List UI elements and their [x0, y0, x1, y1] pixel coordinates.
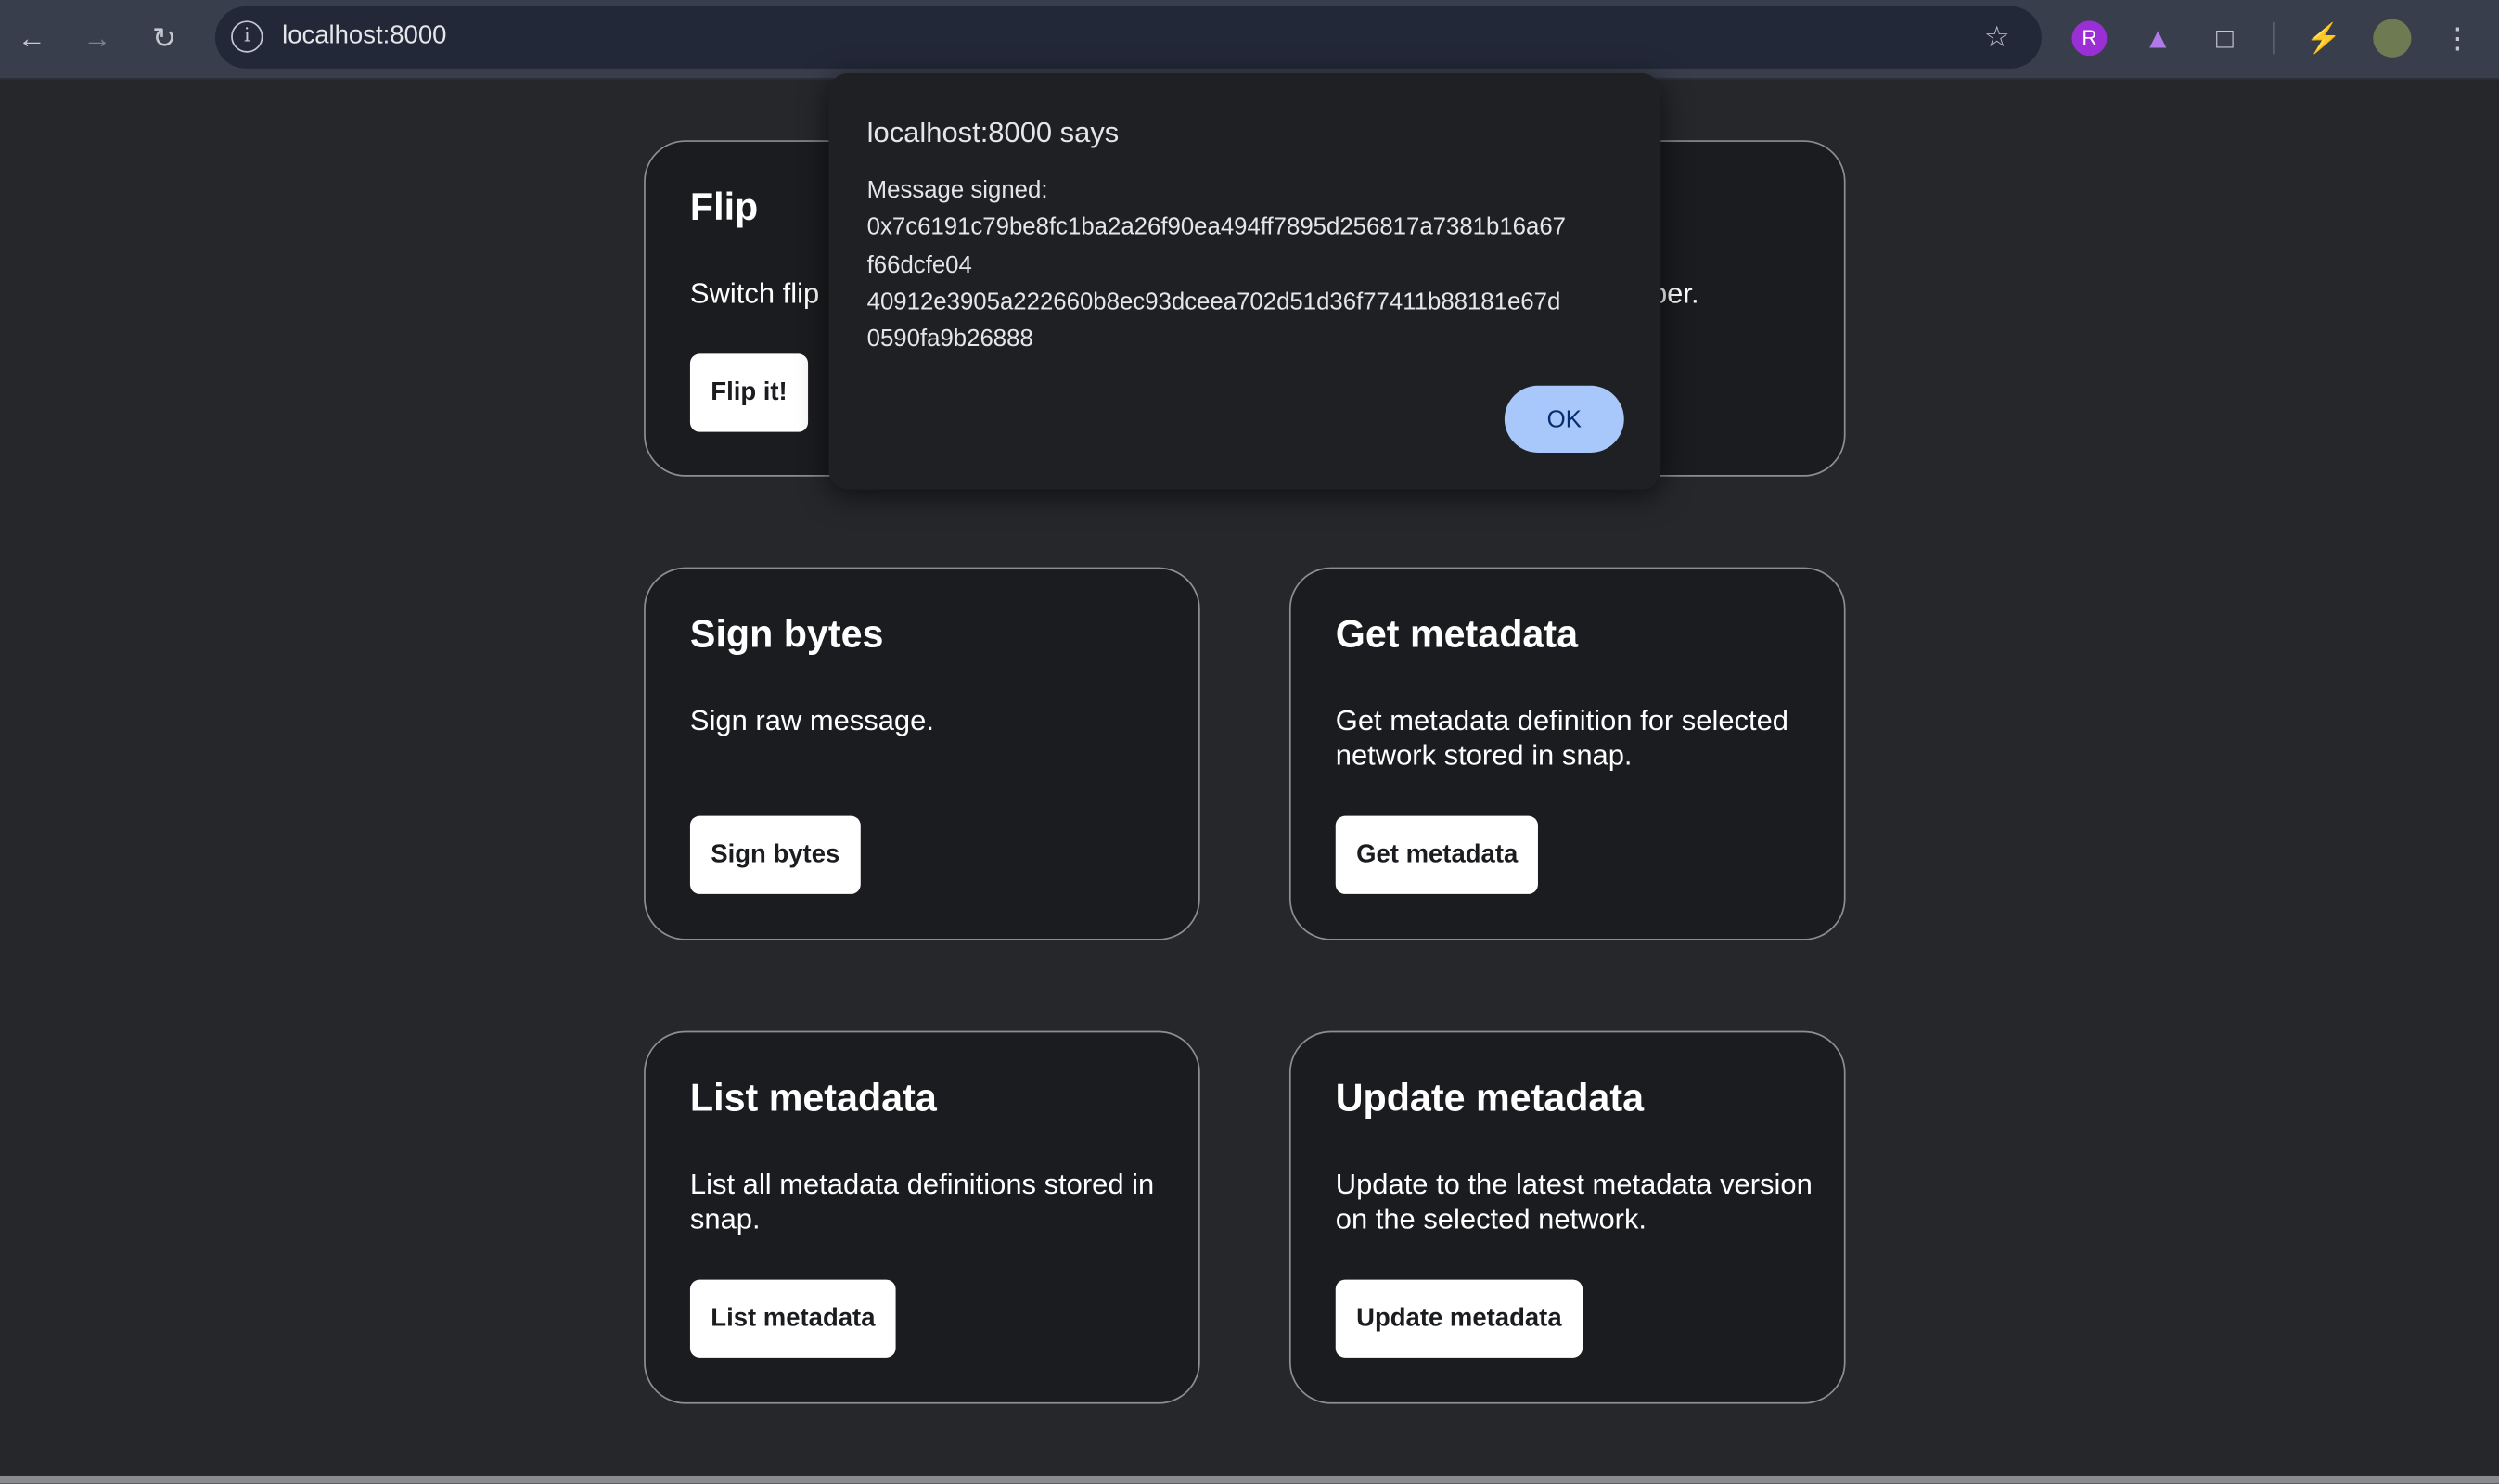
card-description: Update to the latest metadata version on…	[1335, 1168, 1813, 1235]
card-title: Get metadata	[1335, 613, 1579, 657]
extension-r-icon[interactable]: R	[2071, 20, 2108, 57]
site-info-icon[interactable]: i	[231, 20, 263, 53]
list-metadata-button[interactable]: List metadata	[689, 1279, 896, 1358]
card-update-metadata: Update metadata Update to the latest met…	[1288, 1030, 1846, 1404]
metamask-fox-icon[interactable]: ▲	[2139, 19, 2177, 58]
signature-line: 40912e3905a222660b8ec93dceea702d51d36f77…	[866, 288, 1561, 315]
card-description: Get metadata definition for selected net…	[1335, 704, 1789, 772]
dialog-title: localhost:8000 says	[866, 116, 1120, 148]
card-description: List all metadata definitions stored in …	[689, 1168, 1155, 1235]
url-text[interactable]: localhost:8000	[282, 22, 446, 51]
browser-window: ← → ↻ i localhost:8000 ☆ R ▲ □ ⚡ ⋮ Flip …	[0, 0, 2499, 1484]
ok-button[interactable]: OK	[1504, 385, 1624, 453]
profile-avatar[interactable]	[2373, 19, 2412, 58]
signature-line: 0x7c6191c79be8fc1ba2a26f90ea494ff7895d25…	[866, 213, 1567, 241]
forward-icon[interactable]: →	[78, 19, 116, 58]
alert-dialog: localhost:8000 says Message signed: 0x7c…	[828, 73, 1661, 490]
flip-button[interactable]: Flip it!	[689, 353, 809, 432]
card-list-metadata: List metadata List all metadata definiti…	[644, 1030, 1200, 1404]
extensions-puzzle-icon[interactable]: □	[2206, 19, 2244, 58]
card-title: Flip	[689, 186, 759, 230]
window-bottom-edge	[0, 1475, 2499, 1484]
get-metadata-button[interactable]: Get metadata	[1335, 815, 1539, 894]
reload-icon[interactable]: ↻	[145, 19, 183, 58]
back-icon[interactable]: ←	[13, 19, 51, 58]
signature-line: 0590fa9b26888	[866, 325, 1033, 353]
signature-line: f66dcfe04	[866, 250, 972, 278]
browser-toolbar: ← → ↻ i localhost:8000 ☆ R ▲ □ ⚡ ⋮	[0, 0, 2499, 80]
card-get-metadata: Get metadata Get metadata definition for…	[1288, 567, 1846, 940]
dialog-message: Message signed: 0x7c6191c79be8fc1ba2a26f…	[867, 173, 1633, 358]
address-bar[interactable]: i localhost:8000 ☆	[214, 6, 2042, 69]
performance-icon[interactable]: ⚡	[2304, 19, 2342, 58]
card-title: Update metadata	[1335, 1077, 1645, 1120]
message-label: Message signed:	[866, 176, 1048, 204]
card-sign-bytes: Sign bytes Sign raw message. Sign bytes	[644, 567, 1200, 940]
card-title: Sign bytes	[689, 613, 884, 657]
card-description: Sign raw message.	[689, 704, 934, 736]
card-title: List metadata	[689, 1077, 937, 1120]
menu-kebab-icon[interactable]: ⋮	[2439, 19, 2477, 58]
update-metadata-button[interactable]: Update metadata	[1335, 1279, 1583, 1358]
card-description: ber.	[1650, 276, 1699, 310]
toolbar-divider	[2273, 22, 2275, 55]
bookmark-star-icon[interactable]: ☆	[1978, 18, 2016, 56]
sign-bytes-button[interactable]: Sign bytes	[689, 815, 861, 894]
